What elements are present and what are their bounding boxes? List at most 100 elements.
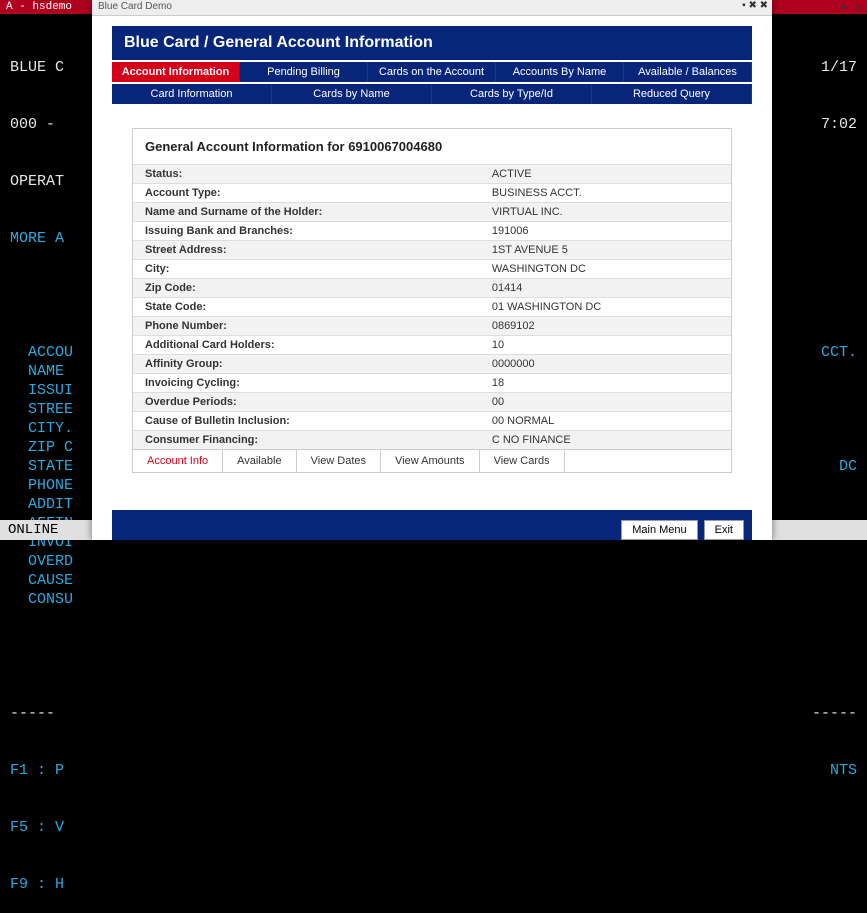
table-row: Street Address:1ST AVENUE 5 bbox=[133, 241, 731, 260]
term-field-label: ACCOU bbox=[10, 343, 73, 362]
term-line2-left: 000 - bbox=[10, 115, 55, 134]
row-value: 0000000 bbox=[480, 355, 731, 374]
row-key: State Code: bbox=[133, 298, 480, 317]
tabs-row-1: Account InformationPending BillingCards … bbox=[112, 62, 752, 82]
tab-available-balances[interactable]: Available / Balances bbox=[624, 62, 752, 82]
row-key: City: bbox=[133, 260, 480, 279]
app-titlebar: Blue Card Demo ▪ ✖ ✖ bbox=[92, 0, 772, 16]
content-panel: General Account Information for 69100670… bbox=[132, 128, 732, 473]
term-field-label: CITY. bbox=[10, 419, 73, 438]
bottom-tab-view-cards[interactable]: View Cards bbox=[480, 450, 565, 472]
tab-card-information[interactable]: Card Information bbox=[112, 84, 272, 104]
row-value: 18 bbox=[480, 374, 731, 393]
tab-cards-by-name[interactable]: Cards by Name bbox=[272, 84, 432, 104]
tab-accounts-by-name[interactable]: Accounts By Name bbox=[496, 62, 624, 82]
table-row: Zip Code:01414 bbox=[133, 279, 731, 298]
table-row: Invoicing Cycling:18 bbox=[133, 374, 731, 393]
table-row: Cause of Bulletin Inclusion:00 NORMAL bbox=[133, 412, 731, 431]
table-row: Affinity Group:0000000 bbox=[133, 355, 731, 374]
bottom-tab-account-info[interactable]: Account Info bbox=[133, 450, 223, 472]
row-key: Status: bbox=[133, 165, 480, 184]
row-value: 00 NORMAL bbox=[480, 412, 731, 431]
row-value: VIRTUAL INC. bbox=[480, 203, 731, 222]
row-key: Street Address: bbox=[133, 241, 480, 260]
content-title: General Account Information for 69100670… bbox=[133, 129, 731, 164]
term-f5: F5 : V bbox=[10, 818, 64, 837]
row-key: Overdue Periods: bbox=[133, 393, 480, 412]
row-key: Zip Code: bbox=[133, 279, 480, 298]
row-value: 10 bbox=[480, 336, 731, 355]
bottom-tab-available[interactable]: Available bbox=[223, 450, 296, 472]
row-value: 1ST AVENUE 5 bbox=[480, 241, 731, 260]
term-field-label: STREE bbox=[10, 400, 73, 419]
row-key: Name and Surname of the Holder: bbox=[133, 203, 480, 222]
row-value: 191006 bbox=[480, 222, 731, 241]
tab-account-information[interactable]: Account Information bbox=[112, 62, 240, 82]
table-row: Consumer Financing:C NO FINANCE bbox=[133, 431, 731, 450]
term-field-label: PHONE bbox=[10, 476, 73, 495]
table-row: Account Type:BUSINESS ACCT. bbox=[133, 184, 731, 203]
term-f1-right: NTS bbox=[64, 761, 857, 780]
bottom-tab-view-dates[interactable]: View Dates bbox=[297, 450, 381, 472]
table-row: Phone Number:0869102 bbox=[133, 317, 731, 336]
term-dashes-left: ----- bbox=[10, 704, 55, 723]
term-field-label: OVERD bbox=[10, 552, 73, 571]
term-f1: F1 : P bbox=[10, 761, 64, 780]
row-key: Additional Card Holders: bbox=[133, 336, 480, 355]
main-menu-button[interactable]: Main Menu bbox=[621, 520, 697, 540]
host-title: A - hsdemo bbox=[6, 1, 72, 13]
table-row: Name and Surname of the Holder:VIRTUAL I… bbox=[133, 203, 731, 222]
term-field-right bbox=[73, 590, 857, 609]
row-value: 0869102 bbox=[480, 317, 731, 336]
term-dashes-right: ----- bbox=[55, 704, 857, 723]
row-key: Invoicing Cycling: bbox=[133, 374, 480, 393]
table-row: Status:ACTIVE bbox=[133, 165, 731, 184]
app-window: Blue Card Demo ▪ ✖ ✖ Blue Card / General… bbox=[92, 0, 772, 540]
term-field-label: ISSUI bbox=[10, 381, 73, 400]
window-controls[interactable]: ▪ ✖ ✖ bbox=[742, 0, 768, 11]
table-row: State Code:01 WASHINGTON DC bbox=[133, 298, 731, 317]
row-key: Cause of Bulletin Inclusion: bbox=[133, 412, 480, 431]
term-f9: F9 : H bbox=[10, 875, 64, 894]
term-line1-left: BLUE C bbox=[10, 58, 64, 77]
exit-button[interactable]: Exit bbox=[704, 520, 744, 540]
table-row: Issuing Bank and Branches:191006 bbox=[133, 222, 731, 241]
page-banner: Blue Card / General Account Information bbox=[112, 26, 752, 60]
term-field-label: CONSU bbox=[10, 590, 73, 609]
term-line4: MORE A bbox=[10, 229, 64, 248]
row-value: WASHINGTON DC bbox=[480, 260, 731, 279]
bottom-tab-view-amounts[interactable]: View Amounts bbox=[381, 450, 480, 472]
term-field-label: ZIP C bbox=[10, 438, 73, 457]
details-table: Status:ACTIVEAccount Type:BUSINESS ACCT.… bbox=[133, 164, 731, 449]
host-icons[interactable]: ✦ ≡ bbox=[839, 1, 861, 15]
row-key: Account Type: bbox=[133, 184, 480, 203]
table-row: City:WASHINGTON DC bbox=[133, 260, 731, 279]
term-field-label: CAUSE bbox=[10, 571, 73, 590]
row-key: Phone Number: bbox=[133, 317, 480, 336]
app-title: Blue Card Demo bbox=[98, 1, 172, 12]
tab-cards-on-the-account[interactable]: Cards on the Account bbox=[368, 62, 496, 82]
row-key: Affinity Group: bbox=[133, 355, 480, 374]
term-field-right bbox=[73, 552, 857, 571]
term-field-label: STATE bbox=[10, 457, 73, 476]
tab-pending-billing[interactable]: Pending Billing bbox=[240, 62, 368, 82]
term-field-label: ADDIT bbox=[10, 495, 73, 514]
row-value: C NO FINANCE bbox=[480, 431, 731, 450]
footer-bar: Main Menu Exit bbox=[112, 510, 752, 540]
row-key: Issuing Bank and Branches: bbox=[133, 222, 480, 241]
term-field-right bbox=[73, 571, 857, 590]
bottom-tabs: Account InfoAvailableView DatesView Amou… bbox=[133, 449, 731, 472]
tab-cards-by-type-id[interactable]: Cards by Type/Id bbox=[432, 84, 592, 104]
tabs-row-2: Card InformationCards by NameCards by Ty… bbox=[112, 84, 752, 104]
row-value: BUSINESS ACCT. bbox=[480, 184, 731, 203]
term-field-label: NAME bbox=[10, 362, 64, 381]
table-row: Additional Card Holders:10 bbox=[133, 336, 731, 355]
row-key: Consumer Financing: bbox=[133, 431, 480, 450]
term-line3: OPERAT bbox=[10, 172, 64, 191]
row-value: 00 bbox=[480, 393, 731, 412]
tab-reduced-query[interactable]: Reduced Query bbox=[592, 84, 752, 104]
row-value: ACTIVE bbox=[480, 165, 731, 184]
row-value: 01 WASHINGTON DC bbox=[480, 298, 731, 317]
table-row: Overdue Periods:00 bbox=[133, 393, 731, 412]
terminal-status: ONLINE bbox=[8, 522, 58, 538]
